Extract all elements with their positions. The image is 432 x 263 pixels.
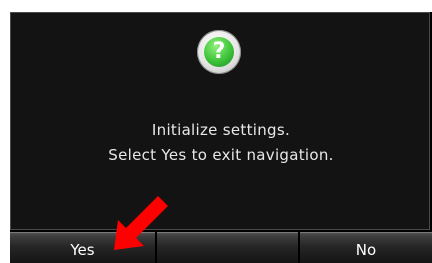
- red-arrow-icon: [114, 196, 168, 250]
- empty-button: [157, 232, 298, 263]
- no-button[interactable]: No: [300, 232, 432, 263]
- button-bar: Yes No: [10, 232, 432, 263]
- screenshot-frame: ? Initialize settings. Select Yes to exi…: [0, 0, 432, 263]
- dialog-message-line-2: Select Yes to exit navigation.: [108, 146, 334, 164]
- dialog-message-line-1: Initialize settings.: [151, 121, 291, 139]
- question-mark: ?: [204, 37, 234, 67]
- navigation-screen: ? Initialize settings. Select Yes to exi…: [10, 12, 432, 263]
- confirmation-dialog: ? Initialize settings. Select Yes to exi…: [10, 12, 430, 230]
- question-icon: ?: [197, 30, 241, 74]
